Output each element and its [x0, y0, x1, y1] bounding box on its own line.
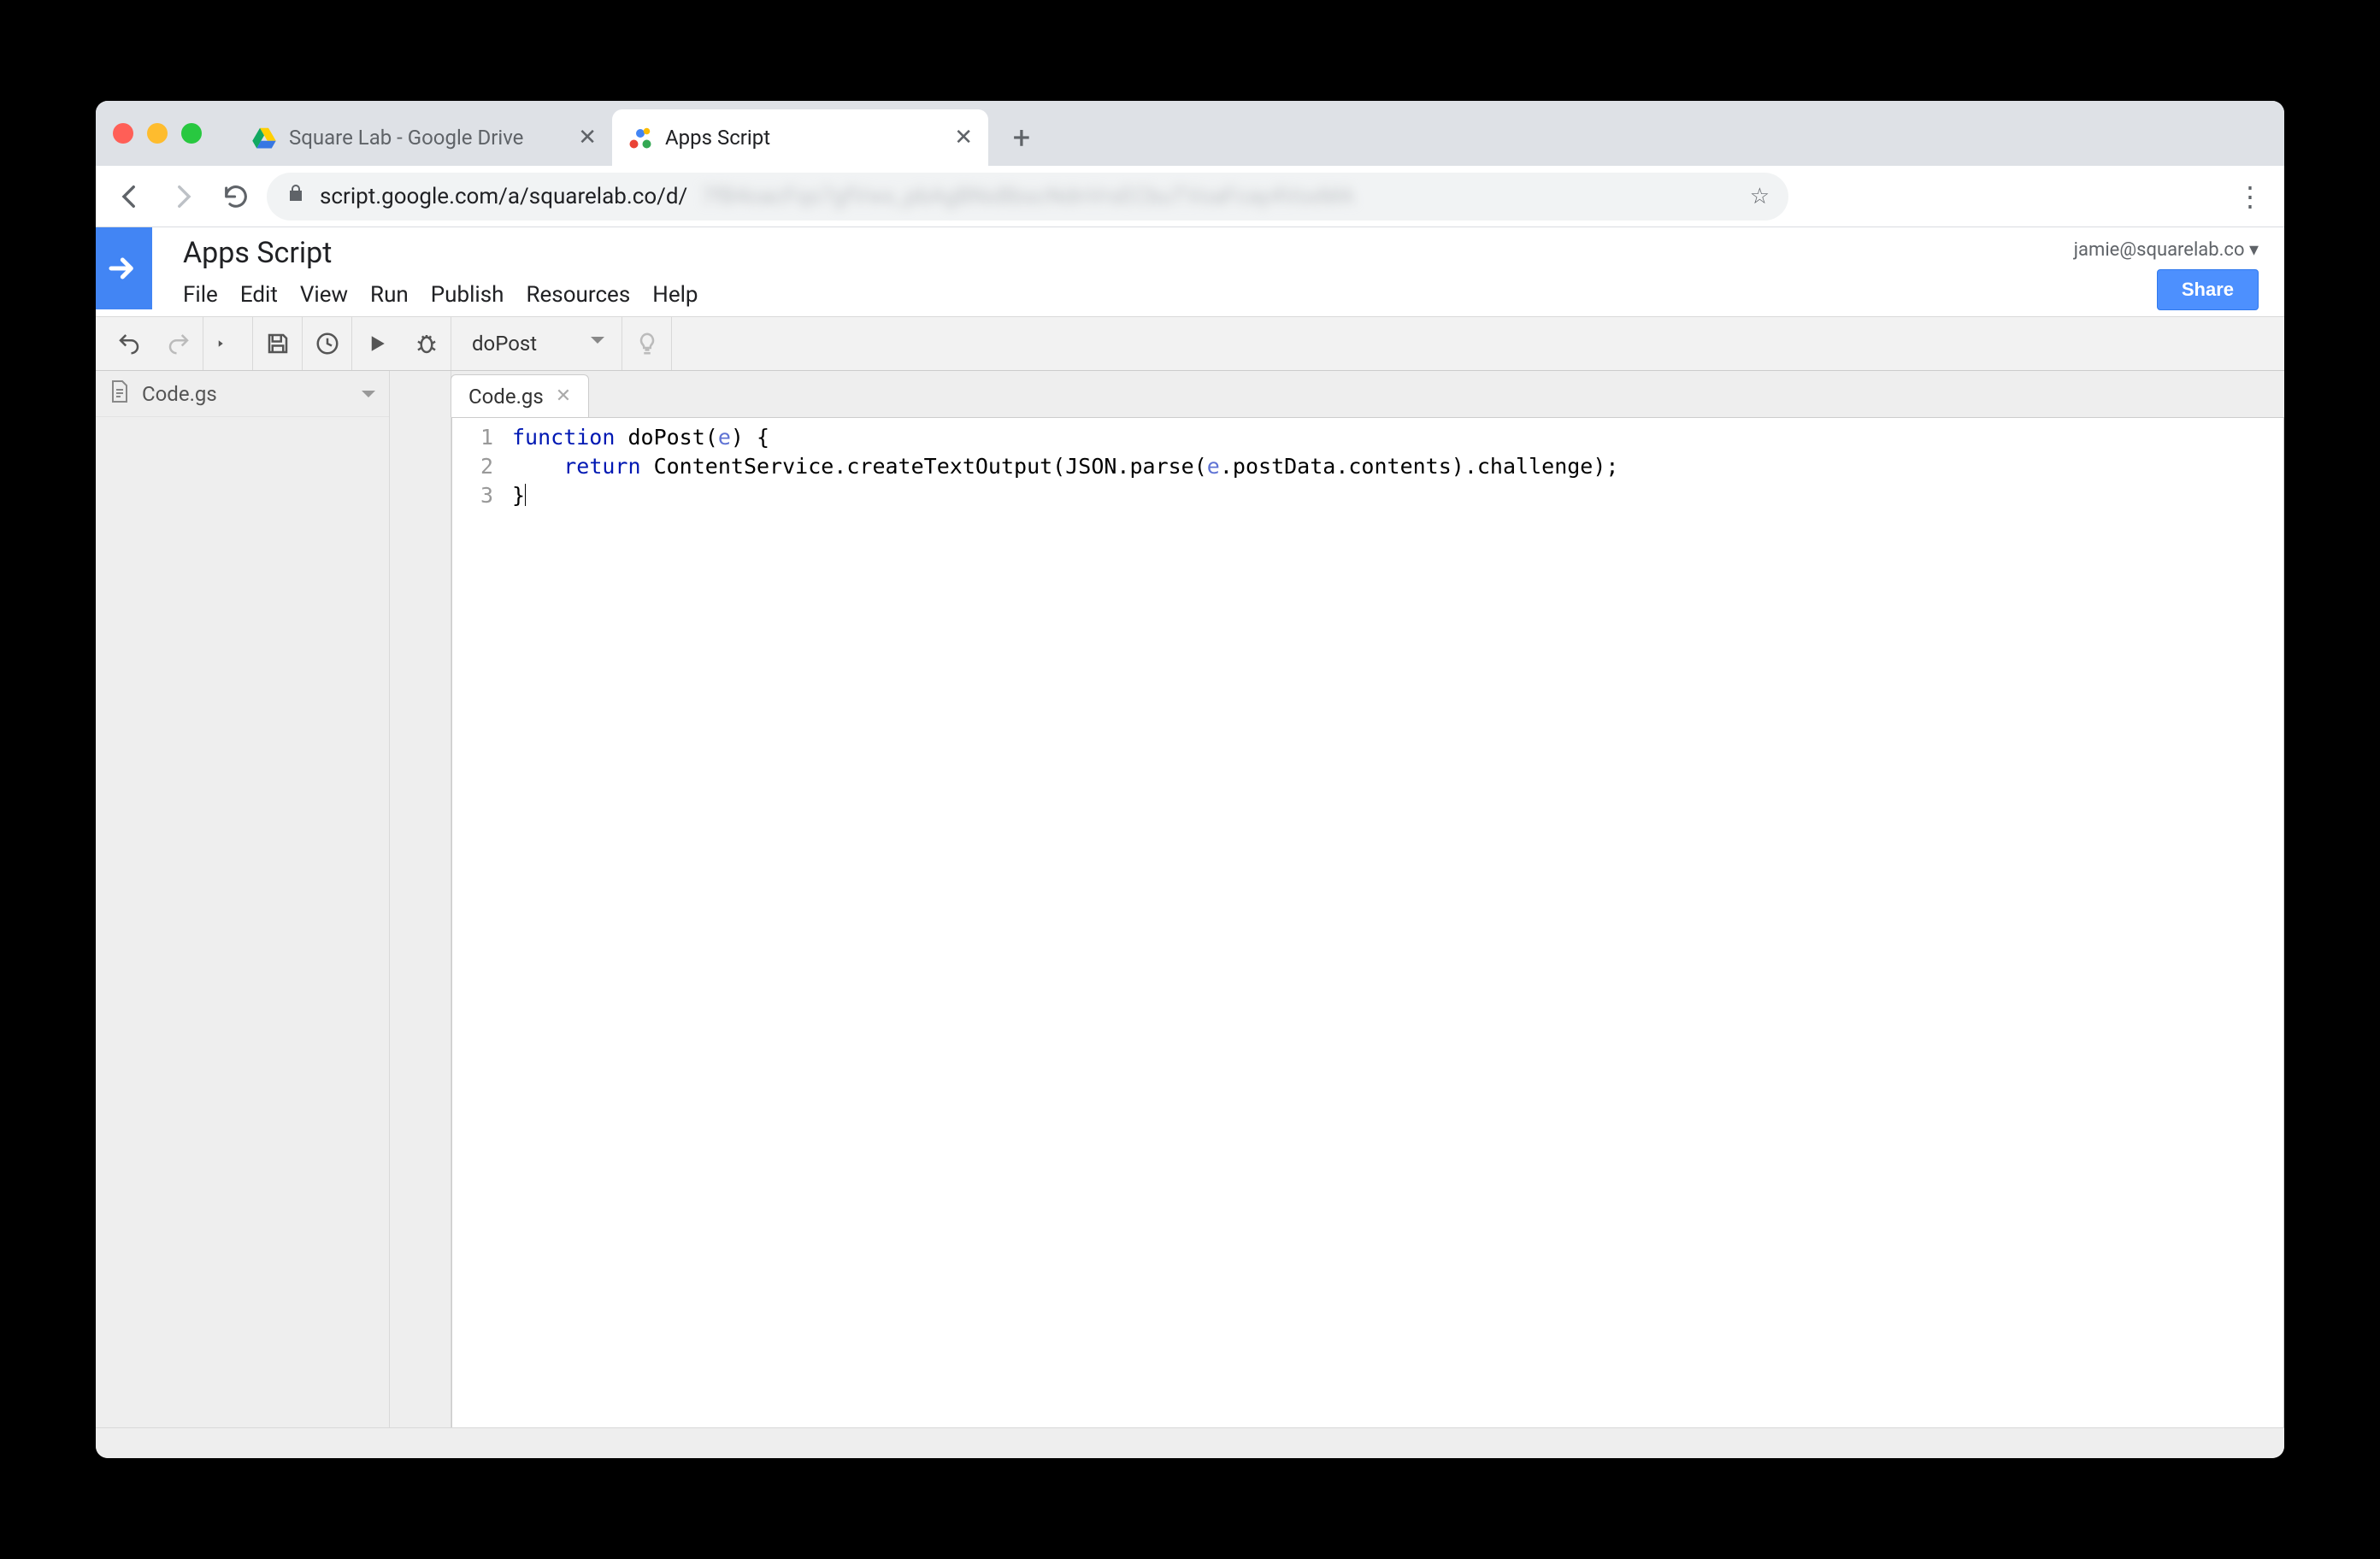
- line-numbers: 123: [452, 418, 504, 1427]
- chevron-down-icon: [591, 337, 604, 350]
- undo-button[interactable]: [104, 317, 154, 370]
- tab-strip: Square Lab - Google Drive ✕ Apps Script …: [96, 101, 2284, 166]
- menu-resources[interactable]: Resources: [526, 282, 630, 308]
- debug-button[interactable]: [402, 317, 451, 370]
- gutter-spacer: [390, 371, 451, 1427]
- file-sidebar: Code.gs: [96, 371, 390, 1427]
- save-button[interactable]: [253, 317, 303, 370]
- sidebar-file-code-gs[interactable]: Code.gs: [96, 371, 389, 417]
- chevron-down-icon: ▾: [2245, 239, 2259, 261]
- url-host: script.google.com/a/squarelab.co/d/: [320, 184, 687, 209]
- address-bar: script.google.com/a/squarelab.co/d/ 7fB4…: [96, 166, 2284, 227]
- menu-file[interactable]: File: [183, 282, 218, 308]
- toolbar: doPost: [96, 316, 2284, 371]
- editor: Code.gs ✕ 123 function doPost(e) { retur…: [451, 371, 2284, 1427]
- browser-tab-appsscript[interactable]: Apps Script ✕: [612, 109, 988, 166]
- app-header: Apps Script File Edit View Run Publish R…: [96, 227, 2284, 316]
- apps-script-app: Apps Script File Edit View Run Publish R…: [96, 227, 2284, 1458]
- workspace: Code.gs Code.gs ✕ 123 function doPost(e)…: [96, 371, 2284, 1427]
- close-icon[interactable]: ✕: [954, 125, 973, 150]
- menu-publish[interactable]: Publish: [431, 282, 504, 308]
- menu-edit[interactable]: Edit: [240, 282, 278, 308]
- browser-tab-drive[interactable]: Square Lab - Google Drive ✕: [236, 109, 612, 166]
- appsscript-icon: [627, 125, 653, 150]
- window-controls: [113, 101, 236, 166]
- browser-tab-title: Square Lab - Google Drive: [289, 126, 523, 150]
- file-name: Code.gs: [142, 382, 217, 406]
- app-title: Apps Script: [183, 236, 698, 270]
- menu-bar: File Edit View Run Publish Resources Hel…: [183, 282, 698, 308]
- menu-run[interactable]: Run: [370, 282, 409, 308]
- status-bar: [96, 1427, 2284, 1458]
- bookmark-star-icon[interactable]: ☆: [1750, 184, 1770, 209]
- window-zoom-button[interactable]: [181, 123, 202, 144]
- lightbulb-button[interactable]: [622, 317, 672, 370]
- close-icon[interactable]: ✕: [578, 125, 597, 150]
- chevron-down-icon[interactable]: [362, 391, 375, 404]
- code-body[interactable]: function doPost(e) { return ContentServi…: [504, 418, 1618, 1427]
- drive-icon: [251, 125, 277, 150]
- window-minimize-button[interactable]: [147, 123, 168, 144]
- window-close-button[interactable]: [113, 123, 133, 144]
- brand-logo[interactable]: [96, 227, 152, 309]
- editor-tab-code-gs[interactable]: Code.gs ✕: [451, 374, 589, 417]
- selected-function: doPost: [472, 332, 537, 356]
- triggers-button[interactable]: [303, 317, 352, 370]
- header-body: Apps Script File Edit View Run Publish R…: [152, 227, 698, 308]
- lock-icon: [286, 183, 306, 209]
- editor-tab-bar: Code.gs ✕: [451, 371, 2284, 417]
- function-selector[interactable]: doPost: [451, 317, 622, 370]
- indent-button[interactable]: [203, 317, 253, 370]
- reload-button[interactable]: [214, 174, 258, 219]
- close-icon[interactable]: ✕: [556, 385, 571, 407]
- browser-window: Square Lab - Google Drive ✕ Apps Script …: [96, 101, 2284, 1458]
- header-right: jamie@squarelab.co ▾ Share: [2074, 227, 2284, 310]
- account-email[interactable]: jamie@squarelab.co ▾: [2074, 239, 2259, 261]
- file-icon: [109, 379, 130, 409]
- forward-button[interactable]: [161, 174, 205, 219]
- browser-tab-title: Apps Script: [665, 126, 770, 150]
- browser-menu-button[interactable]: ⋮: [2228, 174, 2272, 219]
- back-button[interactable]: [108, 174, 152, 219]
- run-button[interactable]: [352, 317, 402, 370]
- menu-view[interactable]: View: [300, 282, 348, 308]
- share-button[interactable]: Share: [2157, 269, 2259, 310]
- omnibox[interactable]: script.google.com/a/squarelab.co/d/ 7fB4…: [267, 173, 1788, 221]
- menu-help[interactable]: Help: [652, 282, 698, 308]
- new-tab-button[interactable]: +: [999, 115, 1045, 161]
- url-path-redacted: 7fB4oacFqs7gfVwx_pbAgBNxBbscNdnVrsECbuTV…: [701, 184, 1354, 209]
- code-area[interactable]: 123 function doPost(e) { return ContentS…: [451, 417, 2284, 1427]
- redo-button[interactable]: [154, 317, 203, 370]
- editor-tab-label: Code.gs: [468, 385, 544, 409]
